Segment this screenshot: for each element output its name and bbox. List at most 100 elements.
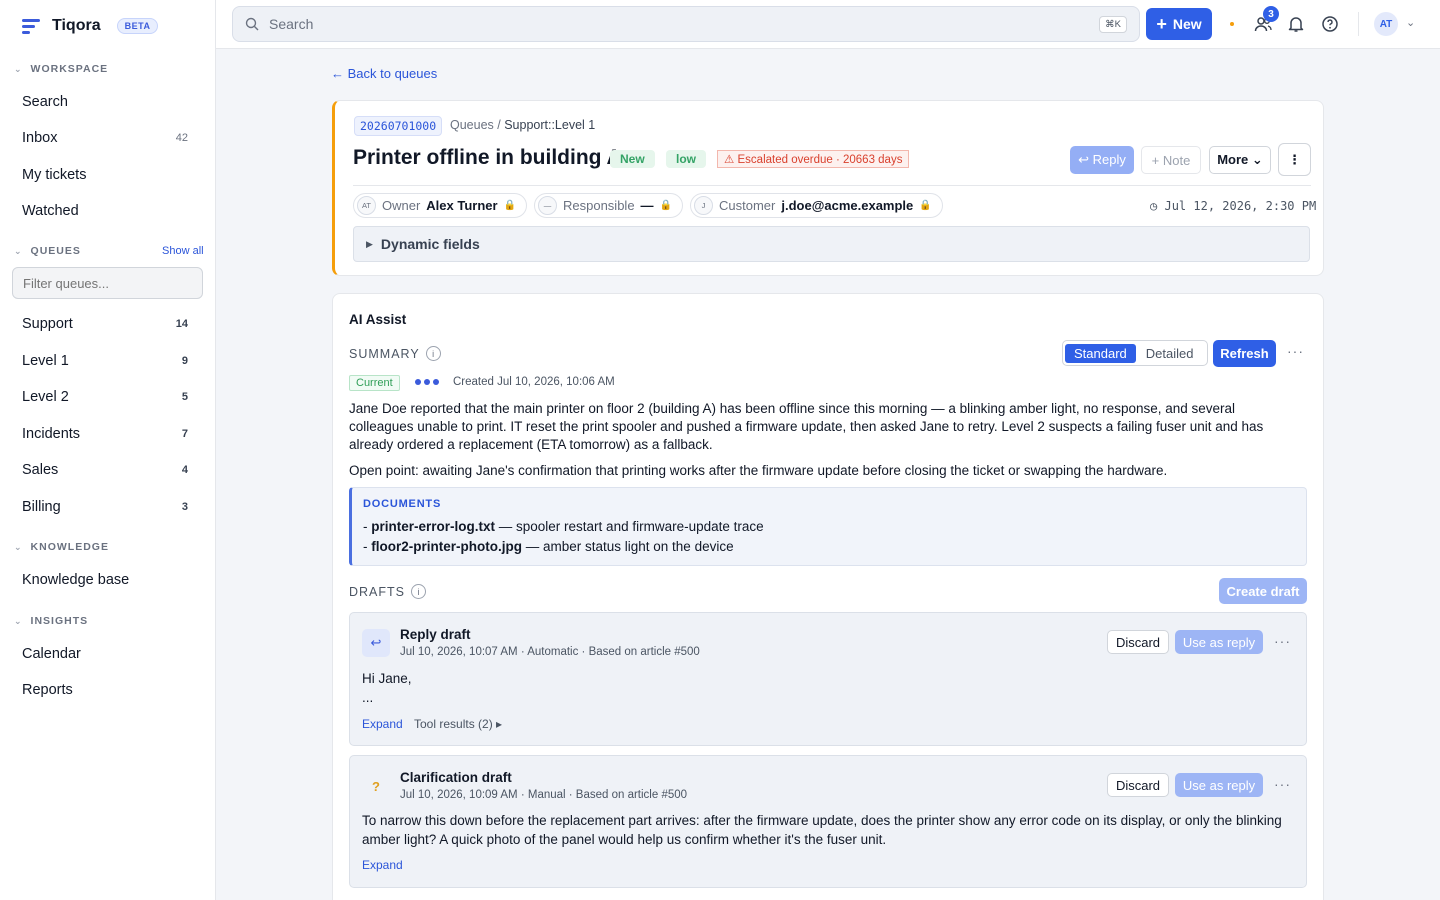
discard-button[interactable]: Discard <box>1107 630 1169 654</box>
count-badge: 5 <box>181 391 188 403</box>
user-avatar[interactable]: AT <box>1374 12 1398 36</box>
summary-label: SUMMARY <box>349 346 420 361</box>
note-button[interactable]: + Note <box>1141 146 1201 174</box>
count-badge: 3 <box>181 501 188 513</box>
section-title: WORKSPACE <box>30 63 109 75</box>
draft-body-line: Hi Jane, <box>362 671 412 686</box>
breadcrumb-root[interactable]: Queues <box>450 118 494 132</box>
document-desc: — spooler restart and firmware-update tr… <box>495 519 764 534</box>
refresh-button[interactable]: Refresh <box>1213 340 1276 367</box>
clarification-draft-card: ? Clarification draft Jul 10, 2026, 10:0… <box>349 755 1307 888</box>
documents-box: DOCUMENTS - printer-error-log.txt — spoo… <box>349 487 1307 566</box>
section-title: QUEUES <box>30 245 81 257</box>
new-button[interactable]: + New <box>1146 8 1212 40</box>
document-item: - floor2-printer-photo.jpg — amber statu… <box>363 539 734 554</box>
dynamic-fields-toggle[interactable]: ▶ Dynamic fields <box>353 226 1310 262</box>
sidebar-item-calendar[interactable]: Calendar <box>22 646 188 662</box>
breadcrumb: Queues / Support::Level 1 <box>450 118 596 132</box>
section-insights[interactable]: ⌄ INSIGHTS <box>14 615 88 627</box>
notification-count: 3 <box>1263 6 1279 22</box>
section-knowledge[interactable]: ⌄ KNOWLEDGE <box>14 541 109 553</box>
info-icon[interactable]: i <box>411 584 426 599</box>
sidebar-item-label: Inbox <box>22 130 58 146</box>
tool-results-toggle[interactable]: Tool results (2) ▸ <box>414 717 502 731</box>
sidebar-item-label: My tickets <box>22 167 87 183</box>
section-queues[interactable]: ⌄ QUEUES <box>14 245 81 257</box>
use-as-reply-button[interactable]: Use as reply <box>1175 630 1263 654</box>
section-workspace[interactable]: ⌄ WORKSPACE <box>14 63 108 75</box>
sidebar-item-label: Knowledge base <box>22 572 130 588</box>
triangle-right-icon: ▶ <box>366 238 373 249</box>
chevron-down-icon: ⌄ <box>14 245 23 256</box>
reply-button[interactable]: ↩ Reply <box>1070 146 1134 174</box>
bell-icon[interactable] <box>1287 15 1305 33</box>
back-to-queues-link[interactable]: ← Back to queues <box>331 66 437 81</box>
state-badge[interactable]: New <box>610 150 655 168</box>
sidebar-item-incidents[interactable]: Incidents 7 <box>22 426 188 442</box>
more-button[interactable]: More ⌄ <box>1209 146 1271 174</box>
expand-link[interactable]: Expand <box>362 858 403 872</box>
summary-created: Created Jul 10, 2026, 10:06 AM <box>453 376 615 388</box>
sidebar-item-watched[interactable]: Watched <box>22 203 188 219</box>
sidebar-item-inbox[interactable]: Inbox 42 <box>22 130 188 146</box>
responsible-avatar: — <box>538 196 557 215</box>
breadcrumb-path[interactable]: Support::Level 1 <box>504 118 595 132</box>
sidebar-item-support[interactable]: Support 14 <box>22 316 188 332</box>
show-all-link[interactable]: Show all <box>162 245 204 257</box>
mode-standard[interactable]: Standard <box>1065 343 1136 363</box>
search-icon <box>245 17 259 31</box>
ellipsis-icon[interactable]: ··· <box>1274 633 1291 649</box>
sidebar-item-reports[interactable]: Reports <box>22 682 188 698</box>
ticket-number[interactable]: 20260701000 <box>354 116 443 136</box>
sidebar-item-billing[interactable]: Billing 3 <box>22 499 188 515</box>
sidebar-item-knowledge-base[interactable]: Knowledge base <box>22 572 188 588</box>
count-badge: 9 <box>181 355 188 367</box>
ticket-header-card: 20260701000 Queues / Support::Level 1 Pr… <box>332 100 1324 276</box>
kebab-menu-button[interactable]: ⋮ <box>1278 143 1311 176</box>
count-badge: 4 <box>181 464 188 476</box>
responsible-value: — <box>640 198 654 213</box>
drafts-heading: DRAFTS i <box>349 584 426 599</box>
info-icon[interactable]: i <box>425 346 441 361</box>
priority-badge[interactable]: low <box>666 150 706 168</box>
count-badge: 14 <box>175 318 188 330</box>
ellipsis-icon[interactable]: ··· <box>1274 776 1291 792</box>
current-badge: Current <box>349 375 400 391</box>
sidebar-item-sales[interactable]: Sales 4 <box>22 462 188 478</box>
sidebar-item-label: Calendar <box>22 646 81 662</box>
responsible-chip[interactable]: — Responsible — 🔒 <box>534 193 683 218</box>
help-icon[interactable] <box>1321 15 1339 33</box>
ticket-date: ◷ Jul 12, 2026, 2:30 PM <box>1150 199 1316 213</box>
owner-chip[interactable]: AT Owner Alex Turner 🔒 <box>353 193 528 218</box>
use-as-reply-button[interactable]: Use as reply <box>1175 773 1263 797</box>
brand[interactable]: Tiqora BETA <box>22 17 159 35</box>
summary-heading: SUMMARY i <box>349 346 441 361</box>
sidebar-item-level-1[interactable]: Level 1 9 <box>22 353 188 369</box>
chevron-down-icon[interactable]: ⌄ <box>1406 16 1415 29</box>
search-placeholder: Search <box>269 16 314 32</box>
document-name[interactable]: floor2-printer-photo.jpg <box>371 539 522 554</box>
divider <box>1358 12 1359 36</box>
new-button-label: New <box>1172 16 1202 32</box>
create-draft-button[interactable]: Create draft <box>1219 578 1307 604</box>
draft-body-line: ... <box>362 690 374 705</box>
chevron-down-icon: ⌄ <box>14 615 23 626</box>
divider <box>353 185 1311 186</box>
escalation-badge: ⚠ Escalated overdue · 20663 days <box>717 150 910 168</box>
ellipsis-icon[interactable]: ··· <box>1287 343 1304 359</box>
sidebar-item-label: Level 1 <box>22 353 69 369</box>
sidebar-item-my-tickets[interactable]: My tickets <box>22 167 188 183</box>
owner-value: Alex Turner <box>426 198 498 213</box>
document-name[interactable]: printer-error-log.txt <box>371 519 495 534</box>
version-dots[interactable] <box>415 379 439 385</box>
sidebar-item-search[interactable]: Search <box>22 94 188 110</box>
sidebar-item-level-2[interactable]: Level 2 5 <box>22 389 188 405</box>
customer-chip[interactable]: J Customer j.doe@acme.example 🔒 <box>690 193 943 218</box>
discard-button[interactable]: Discard <box>1107 773 1169 797</box>
filter-queues-input[interactable] <box>12 267 203 299</box>
mode-detailed[interactable]: Detailed <box>1140 344 1200 363</box>
global-search[interactable]: Search ⌘K <box>232 6 1140 42</box>
status-dot <box>1230 22 1234 26</box>
expand-link[interactable]: Expand <box>362 717 403 731</box>
sidebar-item-label: Billing <box>22 499 61 515</box>
